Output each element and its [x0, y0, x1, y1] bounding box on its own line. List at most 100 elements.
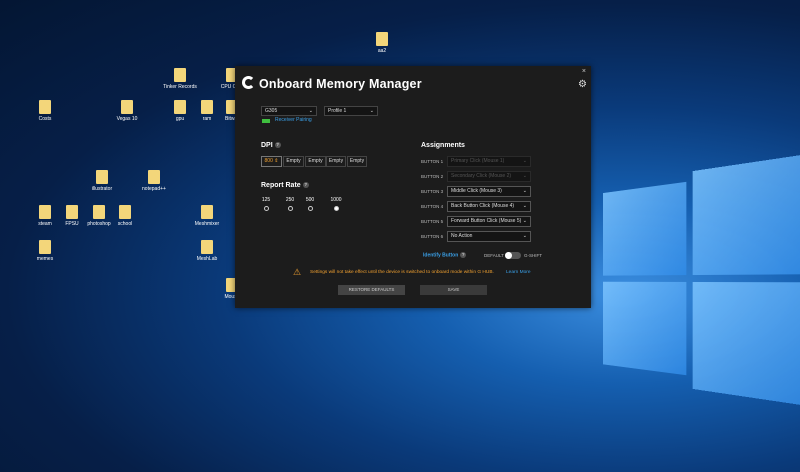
chevron-down-icon: ⌄ [522, 218, 527, 224]
desktop-icon-label: school [117, 221, 133, 227]
report-rate-value: 125 [261, 197, 271, 203]
report-rate-heading: Report Rate? [261, 182, 309, 189]
help-icon[interactable]: ? [460, 252, 467, 258]
desktop-icon-label: aa2 [377, 48, 387, 54]
windows-logo-wallpaper [603, 151, 800, 410]
button-assignment-row: BUTTON 6 No Action ⌄ [421, 231, 531, 242]
button-label: BUTTON 6 [421, 234, 444, 239]
close-button[interactable]: × [582, 68, 586, 75]
gshift-toggle[interactable] [505, 252, 521, 259]
dpi-slot[interactable]: 800 ⇕ [261, 156, 282, 167]
help-icon[interactable]: ? [302, 182, 309, 189]
dpi-slot[interactable]: Empty [326, 156, 346, 167]
dpi-adjust-icon: ⇕ [272, 158, 279, 164]
receiver-pairing-link[interactable]: Receiver Pairing [275, 117, 312, 123]
assignment-select[interactable]: Forward Button Click (Mouse 5) ⌄ [447, 216, 531, 227]
chevron-down-icon: ⌄ [522, 173, 527, 179]
chevron-down-icon: ⌄ [522, 203, 527, 209]
chevron-down-icon: ⌄ [522, 188, 527, 194]
dpi-slot[interactable]: Empty [347, 156, 367, 167]
report-rate-label: Report Rate [261, 182, 301, 189]
report-rate-option[interactable]: 250 [282, 197, 298, 211]
dpi-heading: DPI? [261, 142, 281, 149]
toggle-gshift-label: G-SHIFT [524, 253, 542, 258]
desktop-icon[interactable]: Costs [28, 100, 62, 122]
warning-text: Settings will not take effect until the … [310, 270, 494, 275]
desktop-icon[interactable]: Meshmixer [190, 205, 224, 227]
file-icon [376, 32, 388, 46]
assignment-value: Primary Click (Mouse 1) [451, 158, 505, 164]
assignment-value: No Action [451, 233, 473, 239]
report-rate-value: 250 [285, 197, 295, 203]
button-label: BUTTON 2 [421, 174, 444, 179]
device-value: G305 [265, 108, 278, 114]
dpi-slot[interactable]: Empty [305, 156, 326, 167]
dpi-slot[interactable]: Empty [283, 156, 304, 167]
desktop-icon-label: ram [202, 116, 212, 122]
chevron-down-icon: ⌄ [369, 108, 374, 114]
restore-defaults-button[interactable]: RESTORE DEFAULTS [338, 285, 405, 295]
profile-value: Profile 1 [328, 108, 347, 114]
toggle-default-label: DEFAULT [484, 253, 504, 258]
radio-icon [307, 206, 313, 211]
desktop-icon-label: notepad++ [142, 186, 166, 192]
logitech-g-logo-icon [242, 76, 255, 89]
desktop-icon-label: illustrator [91, 186, 113, 192]
desktop-icon-label: Vegas 10 [116, 116, 138, 122]
assignment-value: Back Button Click (Mouse 4) [451, 203, 515, 209]
assignment-value: Middle Click (Mouse 3) [451, 188, 502, 194]
button-label: BUTTON 1 [421, 159, 444, 164]
button-assignment-row: BUTTON 5 Forward Button Click (Mouse 5) ⌄ [421, 216, 531, 227]
assignment-select: Secondary Click (Mouse 2) ⌄ [447, 171, 531, 182]
desktop-icon[interactable]: aa2 [365, 32, 399, 54]
file-icon [39, 205, 51, 219]
file-icon [66, 205, 78, 219]
warning-icon: ⚠ [293, 267, 302, 277]
radio-icon [333, 206, 339, 211]
assignment-select: Primary Click (Mouse 1) ⌄ [447, 156, 531, 167]
help-icon[interactable]: ? [274, 142, 281, 149]
chevron-down-icon: ⌄ [522, 233, 527, 239]
settings-gear-icon[interactable]: ⚙ [578, 79, 587, 90]
report-rate-option[interactable]: 125 [258, 197, 274, 211]
report-rate-option[interactable]: 500 [302, 197, 318, 211]
learn-more-link[interactable]: Learn More [506, 270, 531, 275]
file-icon [201, 240, 213, 254]
file-icon [201, 100, 213, 114]
file-icon [174, 100, 186, 114]
desktop-icon[interactable]: MeshLab [190, 240, 224, 262]
desktop-icon[interactable]: memes [28, 240, 62, 262]
desktop-icon-label: gpu [175, 116, 185, 122]
file-icon [119, 205, 131, 219]
button-assignment-row: BUTTON 2 Secondary Click (Mouse 2) ⌄ [421, 171, 531, 182]
identify-button-link[interactable]: Identify Button? [423, 252, 467, 258]
desktop-icon[interactable]: notepad++ [137, 170, 171, 192]
device-select[interactable]: G305 ⌄ [261, 106, 317, 116]
desktop-icon[interactable]: Tinker Records [163, 68, 197, 90]
file-icon [201, 205, 213, 219]
save-button[interactable]: SAVE [420, 285, 487, 295]
battery-icon [262, 119, 270, 123]
assignment-select[interactable]: Back Button Click (Mouse 4) ⌄ [447, 201, 531, 212]
dpi-value: Empty [308, 158, 323, 164]
window-title: Onboard Memory Manager [259, 77, 422, 91]
profile-select[interactable]: Profile 1 ⌄ [324, 106, 378, 116]
desktop-icon[interactable]: school [108, 205, 142, 227]
dpi-value: Empty [349, 158, 365, 164]
desktop-icon[interactable]: illustrator [85, 170, 119, 192]
button-assignment-row: BUTTON 4 Back Button Click (Mouse 4) ⌄ [421, 201, 531, 212]
button-assignment-row: BUTTON 1 Primary Click (Mouse 1) ⌄ [421, 156, 531, 167]
report-rate-value: 500 [305, 197, 315, 203]
assignment-value: Forward Button Click (Mouse 5) [451, 218, 522, 224]
file-icon [96, 170, 108, 184]
report-rate-option[interactable]: 1000 [328, 197, 344, 211]
button-label: BUTTON 5 [421, 219, 444, 224]
dpi-label: DPI [261, 142, 273, 149]
desktop-icon[interactable]: Vegas 10 [110, 100, 144, 122]
chevron-down-icon: ⌄ [522, 158, 527, 164]
onboard-memory-manager-window: Onboard Memory Manager × ⚙ G305 ⌄ Profile… [235, 66, 591, 308]
chevron-down-icon: ⌄ [308, 108, 313, 114]
assignment-select[interactable]: Middle Click (Mouse 3) ⌄ [447, 186, 531, 197]
assignment-select[interactable]: No Action ⌄ [447, 231, 531, 242]
file-icon [39, 240, 51, 254]
